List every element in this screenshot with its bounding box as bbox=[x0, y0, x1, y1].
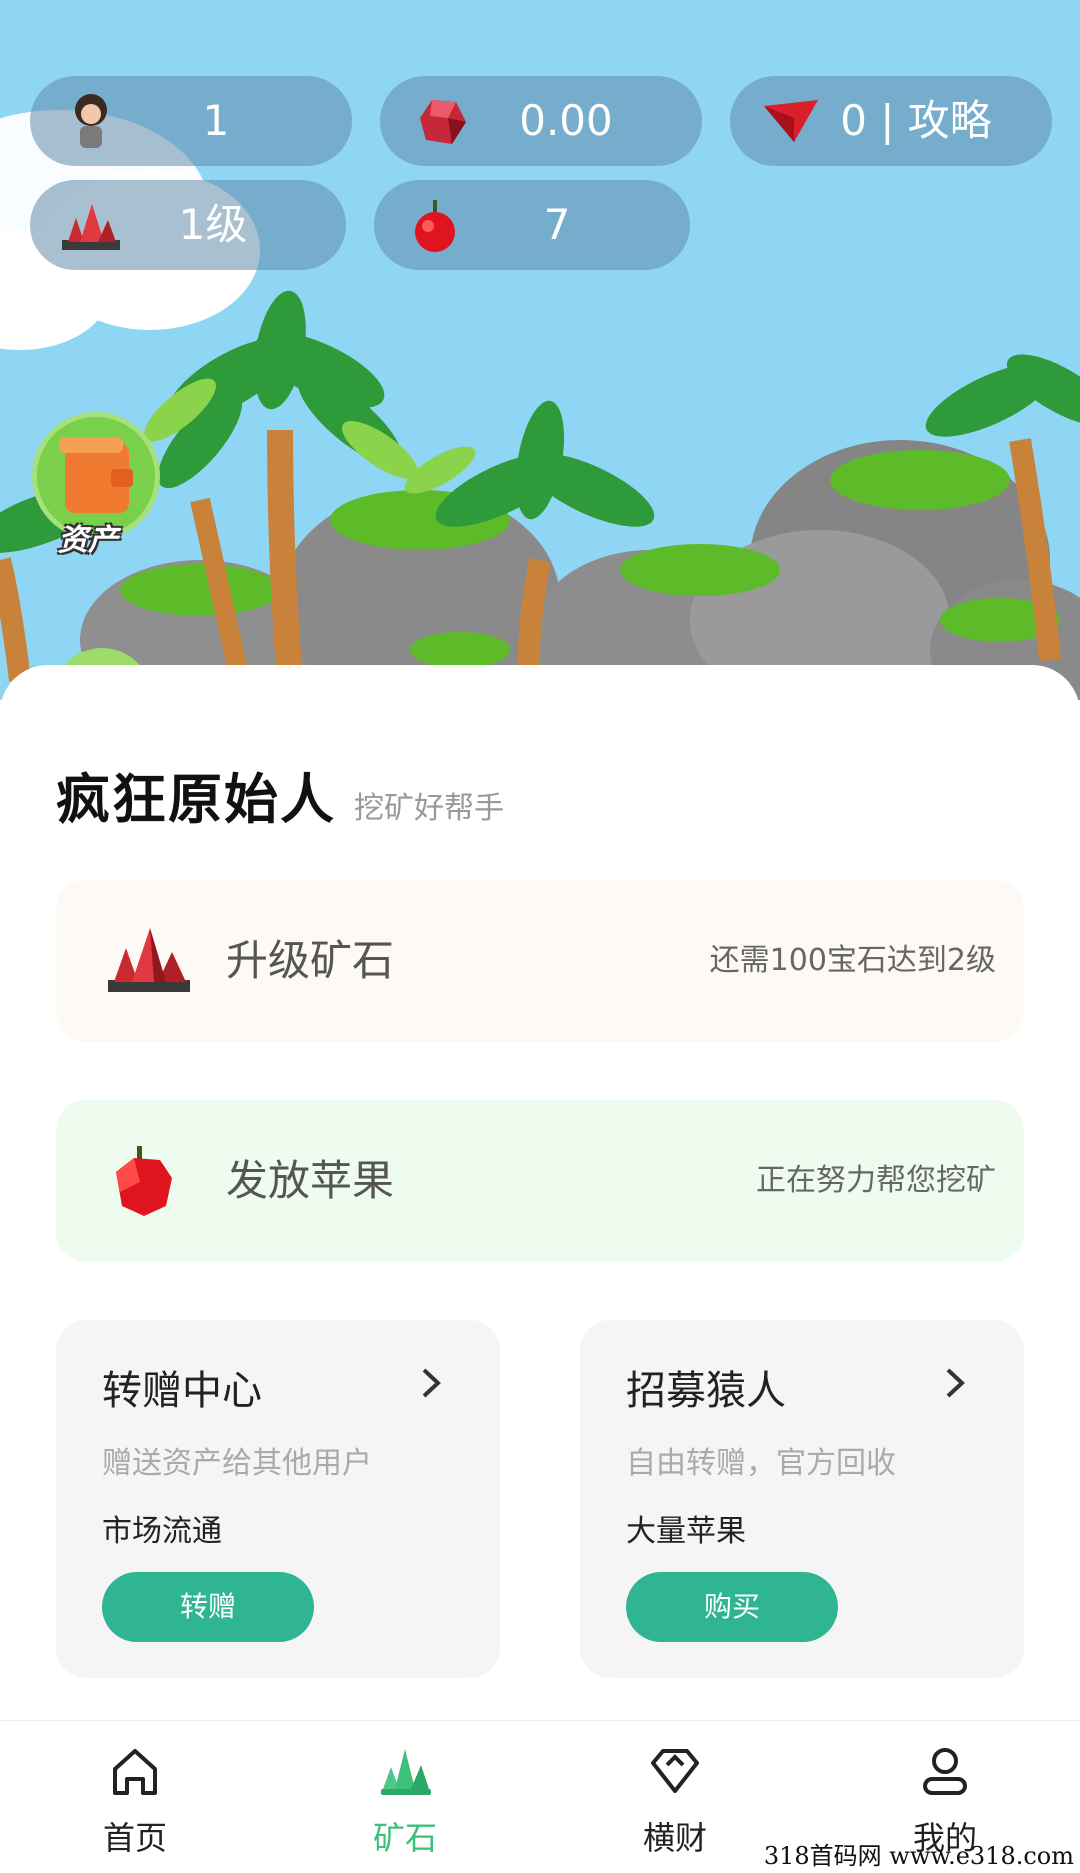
chevron-right-icon[interactable] bbox=[420, 1366, 444, 1400]
ore-crystal-icon bbox=[108, 928, 190, 992]
gem-balance-pill[interactable]: 0.00 bbox=[380, 76, 702, 166]
apple-count-pill[interactable]: 7 bbox=[374, 180, 690, 270]
nav-label-ore: 矿石 bbox=[372, 1819, 437, 1857]
buy-button[interactable]: 购买 bbox=[626, 1572, 838, 1642]
home-icon bbox=[113, 1749, 157, 1795]
transfer-center-title: 转赠中心 bbox=[102, 1368, 262, 1414]
crystal-icon bbox=[381, 1749, 431, 1795]
upgrade-ore-note: 还需100宝石达到2级 bbox=[709, 943, 996, 978]
issue-apples-card[interactable]: 发放苹果 正在努力帮您挖矿 bbox=[56, 1100, 1024, 1262]
guide-pill[interactable]: 0 | 攻略 bbox=[730, 76, 1052, 166]
asset-label: 资产 bbox=[58, 523, 118, 558]
page-title: 疯狂原始人 bbox=[56, 768, 336, 831]
gem-balance: 0.00 bbox=[519, 96, 613, 145]
chevron-right-icon[interactable] bbox=[944, 1366, 968, 1400]
recruit-apemen-desc: 自由转赠，官方回收 bbox=[626, 1446, 896, 1481]
ore-level: 1级 bbox=[178, 200, 248, 249]
caveman-count-pill[interactable]: 1 bbox=[30, 76, 352, 166]
hero-scene: 1 0.00 0 | 攻略 1级 7 资产 bbox=[0, 0, 1080, 700]
diamond-icon bbox=[651, 1749, 699, 1793]
apple-count: 7 bbox=[543, 200, 571, 249]
nav-label-home: 首页 bbox=[102, 1819, 167, 1857]
upgrade-ore-label: 升级矿石 bbox=[226, 936, 395, 985]
transfer-center-desc: 赠送资产给其他用户 bbox=[102, 1446, 372, 1481]
recruit-apemen-card[interactable]: 招募猿人 自由转赠，官方回收 大量苹果 购买 bbox=[580, 1320, 1024, 1678]
page-subtitle: 挖矿好帮手 bbox=[354, 791, 504, 826]
issue-apples-note: 正在努力帮您挖矿 bbox=[756, 1163, 996, 1198]
transfer-center-sub: 市场流通 bbox=[102, 1514, 222, 1549]
apple-icon bbox=[116, 1146, 172, 1216]
nav-item-ore[interactable]: 矿石 bbox=[270, 1721, 540, 1873]
transfer-center-card[interactable]: 转赠中心 赠送资产给其他用户 市场流通 转赠 bbox=[56, 1320, 500, 1678]
caveman-count: 1 bbox=[202, 96, 230, 145]
nav-item-home[interactable]: 首页 bbox=[0, 1721, 270, 1873]
issue-apples-label: 发放苹果 bbox=[226, 1156, 395, 1205]
transfer-button[interactable]: 转赠 bbox=[102, 1572, 314, 1642]
upgrade-ore-card[interactable]: 升级矿石 还需100宝石达到2级 bbox=[56, 880, 1024, 1042]
recruit-apemen-sub: 大量苹果 bbox=[626, 1514, 746, 1549]
user-icon bbox=[923, 1748, 967, 1795]
guide-text: 0 | 攻略 bbox=[840, 96, 992, 145]
ore-level-pill[interactable]: 1级 bbox=[30, 180, 346, 270]
page-title-row: 疯狂原始人 挖矿好帮手 bbox=[56, 755, 504, 834]
recruit-apemen-title: 招募猿人 bbox=[626, 1368, 786, 1414]
watermark: 318首码网 www.e318.com bbox=[763, 1842, 1074, 1870]
